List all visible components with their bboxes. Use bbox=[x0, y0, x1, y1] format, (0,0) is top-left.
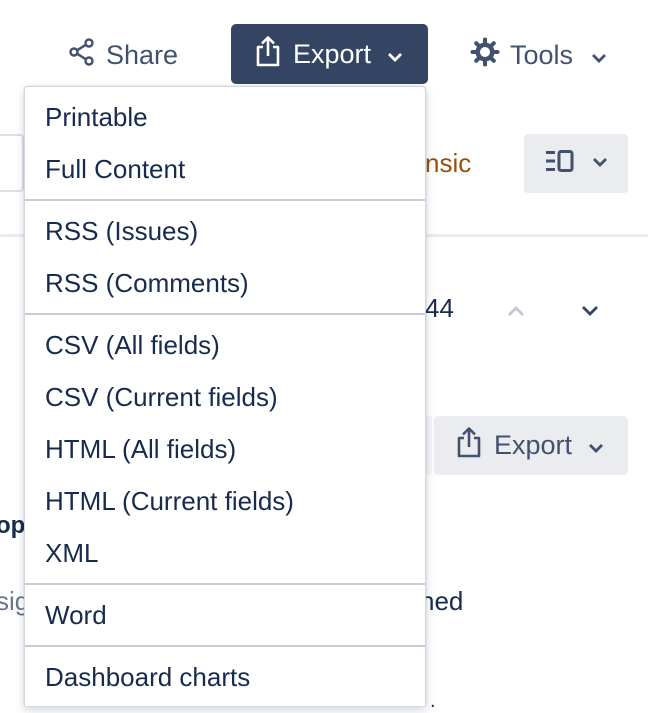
text-fragment-dot: . bbox=[430, 690, 436, 712]
menu-separator bbox=[25, 645, 425, 647]
next-button[interactable] bbox=[577, 298, 603, 324]
chevron-down-icon bbox=[592, 155, 608, 173]
chevron-down-icon bbox=[387, 39, 403, 70]
tools-button[interactable]: Tools bbox=[462, 28, 622, 82]
export-icon bbox=[456, 426, 482, 465]
share-label: Share bbox=[106, 39, 179, 70]
button-segment bbox=[426, 416, 432, 475]
menu-item-html-current-fields[interactable]: HTML (Current fields) bbox=[25, 475, 425, 527]
export-button[interactable]: Export bbox=[231, 24, 428, 84]
share-icon bbox=[68, 37, 96, 73]
menu-item-rss-comments[interactable]: RSS (Comments) bbox=[25, 257, 425, 309]
view-toggle-button[interactable] bbox=[524, 134, 628, 193]
previous-button[interactable] bbox=[503, 298, 529, 324]
menu-item-xml[interactable]: XML bbox=[25, 527, 425, 579]
menu-item-full-content[interactable]: Full Content bbox=[25, 143, 425, 195]
secondary-export-label: Export bbox=[494, 430, 573, 460]
list-view-icon bbox=[546, 150, 574, 177]
menu-separator bbox=[25, 199, 425, 201]
export-label: Export bbox=[293, 38, 372, 69]
menu-separator bbox=[25, 583, 425, 585]
menu-item-dashboard-charts[interactable]: Dashboard charts bbox=[25, 651, 425, 703]
menu-item-csv-all-fields[interactable]: CSV (All fields) bbox=[25, 319, 425, 371]
gear-icon bbox=[470, 37, 500, 74]
menu-item-csv-current-fields[interactable]: CSV (Current fields) bbox=[25, 371, 425, 423]
menu-item-rss-issues[interactable]: RSS (Issues) bbox=[25, 205, 425, 257]
search-field[interactable] bbox=[0, 134, 24, 192]
chevron-up-icon bbox=[508, 306, 524, 316]
export-dropdown-menu: Printable Full Content RSS (Issues) RSS … bbox=[24, 86, 426, 706]
chevron-down-icon bbox=[591, 40, 607, 71]
menu-item-word[interactable]: Word bbox=[25, 589, 425, 641]
chevron-down-icon bbox=[582, 306, 598, 316]
text-fragment: ned bbox=[420, 586, 464, 616]
status-text: nsic bbox=[425, 148, 472, 178]
result-count: 44 bbox=[425, 293, 454, 323]
menu-item-html-all-fields[interactable]: HTML (All fields) bbox=[25, 423, 425, 475]
chevron-down-icon bbox=[588, 430, 604, 461]
bold-text-fragment: op bbox=[0, 512, 26, 539]
tools-label: Tools bbox=[510, 39, 574, 70]
share-button[interactable]: Share bbox=[60, 28, 192, 82]
menu-item-printable[interactable]: Printable bbox=[25, 91, 425, 143]
menu-separator bbox=[25, 313, 425, 315]
secondary-export-button[interactable]: Export bbox=[434, 416, 628, 475]
export-icon bbox=[255, 35, 281, 74]
